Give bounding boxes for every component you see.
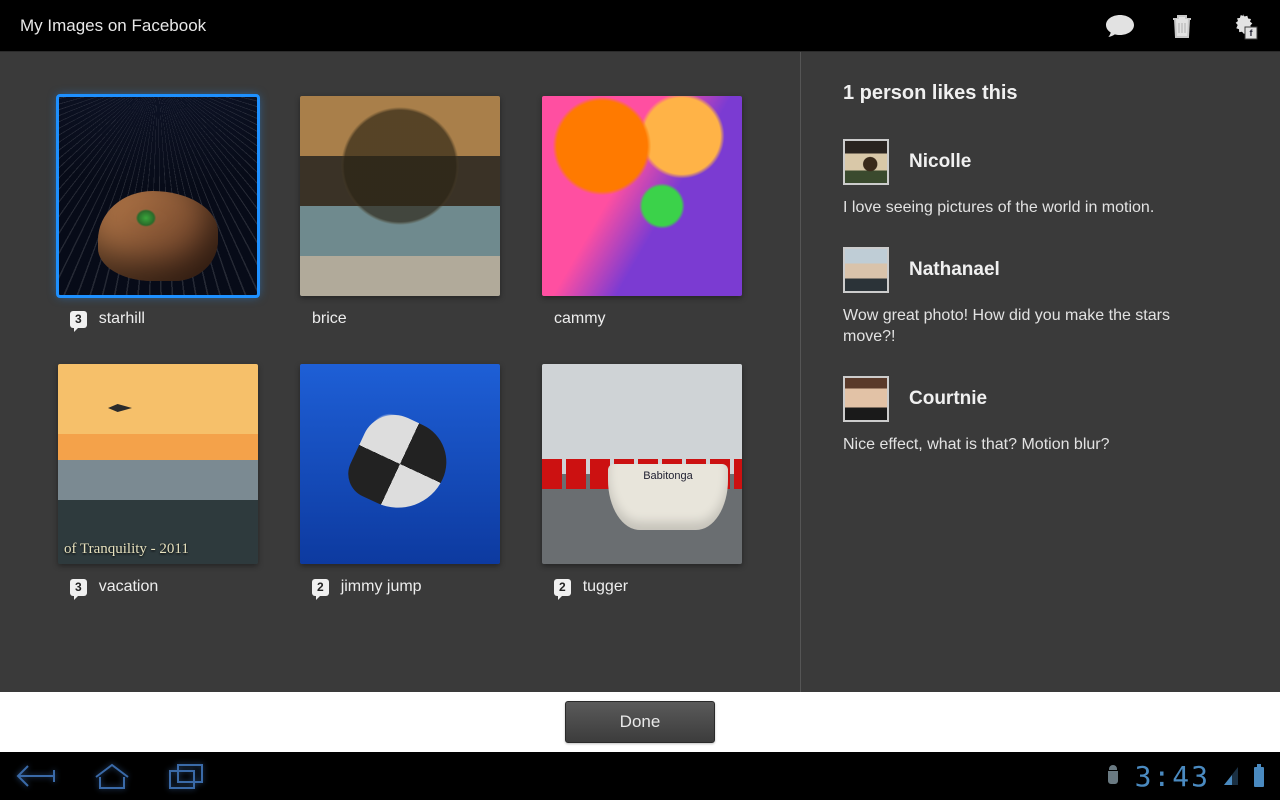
system-nav-bar: 3:43: [0, 752, 1280, 800]
image-thumbnail[interactable]: [542, 364, 742, 564]
commenter-name: Nicolle: [909, 151, 971, 173]
image-thumbnail[interactable]: [58, 364, 258, 564]
settings-share-icon[interactable]: f: [1224, 6, 1264, 46]
image-caption: brice: [312, 310, 347, 328]
comment-row: Nathanael Wow great photo! How did you m…: [843, 247, 1226, 348]
comment-icon[interactable]: [1100, 6, 1140, 46]
comment-count-badge: 3: [70, 579, 87, 596]
commenter-name: Courtnie: [909, 388, 987, 410]
avatar: [843, 139, 889, 185]
likes-heading: 1 person likes this: [843, 82, 1226, 105]
comment-text: Wow great photo! How did you make the st…: [843, 305, 1226, 348]
image-card[interactable]: brice: [300, 96, 500, 328]
image-caption: tugger: [583, 578, 628, 596]
comment-row: Courtnie Nice effect, what is that? Moti…: [843, 376, 1226, 456]
image-card[interactable]: 3 starhill: [58, 96, 258, 328]
back-icon[interactable]: [14, 762, 58, 790]
comment-count-badge: 2: [312, 579, 329, 596]
main-content: 3 starhill brice cammy: [0, 52, 1280, 692]
image-card[interactable]: 3 vacation: [58, 364, 258, 596]
image-caption: starhill: [99, 310, 145, 328]
page-title: My Images on Facebook: [20, 16, 206, 36]
image-grid-area: 3 starhill brice cammy: [0, 52, 800, 692]
image-caption: vacation: [99, 578, 159, 596]
battery-icon: [1252, 764, 1266, 788]
commenter-name: Nathanael: [909, 259, 1000, 281]
image-grid: 3 starhill brice cammy: [58, 96, 760, 596]
comment-count-badge: 3: [70, 311, 87, 328]
image-thumbnail[interactable]: [58, 96, 258, 296]
comment-row: Nicolle I love seeing pictures of the wo…: [843, 139, 1226, 219]
image-caption: jimmy jump: [341, 578, 422, 596]
trash-icon[interactable]: [1162, 6, 1202, 46]
side-panel: 1 person likes this Nicolle I love seein…: [800, 52, 1280, 692]
comment-text: Nice effect, what is that? Motion blur?: [843, 434, 1226, 456]
footer-bar: Done: [0, 692, 1280, 752]
avatar: [843, 376, 889, 422]
image-thumbnail[interactable]: [300, 364, 500, 564]
image-thumbnail[interactable]: [542, 96, 742, 296]
done-button[interactable]: Done: [565, 701, 716, 743]
home-icon[interactable]: [92, 761, 132, 791]
signal-icon: [1222, 765, 1240, 787]
image-caption: cammy: [554, 310, 606, 328]
image-card[interactable]: cammy: [542, 96, 742, 328]
top-bar: My Images on Facebook f: [0, 0, 1280, 52]
comment-count-badge: 2: [554, 579, 571, 596]
clock: 3:43: [1135, 760, 1210, 793]
recent-apps-icon[interactable]: [166, 761, 206, 791]
image-card[interactable]: 2 tugger: [542, 364, 742, 596]
adb-icon: [1103, 765, 1123, 787]
comment-text: I love seeing pictures of the world in m…: [843, 197, 1226, 219]
image-thumbnail[interactable]: [300, 96, 500, 296]
avatar: [843, 247, 889, 293]
image-card[interactable]: 2 jimmy jump: [300, 364, 500, 596]
